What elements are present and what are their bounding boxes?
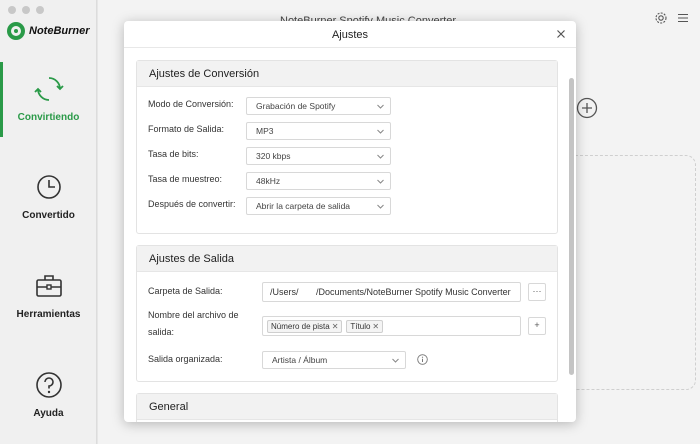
sidebar-item-converting[interactable]: Convirtiendo [0,62,97,137]
drop-zone[interactable] [570,155,696,390]
after-convert-select[interactable]: Abrir la carpeta de salida [246,197,391,215]
output-filename-label-line1: Nombre del archivo de [148,310,239,320]
refresh-icon [33,77,64,101]
sidebar-item-label: Convirtiendo [17,112,80,123]
remove-tag-icon[interactable]: ✕ [332,322,339,331]
section-title: Ajustes de Salida [137,246,557,272]
general-settings-section: General [136,393,558,422]
add-tag-button[interactable]: + [528,317,546,335]
dialog-header: Ajustes [124,21,576,48]
sidebar-item-help[interactable]: Ayuda [0,370,97,419]
info-icon[interactable] [417,354,428,365]
gear-icon[interactable] [654,11,668,25]
section-title: General [137,394,557,420]
noteburner-logo-icon [7,22,25,40]
select-value: 320 kbps [256,151,291,161]
select-value: MP3 [256,126,274,136]
window-controls [8,6,44,14]
conversion-mode-select[interactable]: Grabación de Spotify [246,97,391,115]
tag-label: Número de pista [271,321,330,331]
sidebar-item-label: Convertido [22,210,75,221]
zoom-window-button[interactable] [36,6,44,14]
filename-tag-track-number: Número de pista ✕ [267,319,343,333]
dialog-body: Ajustes de Conversión Modo de Conversión… [124,48,576,422]
select-value: Grabación de Spotify [256,101,336,111]
filename-tag-title: Título ✕ [346,319,384,333]
chevron-down-icon [377,154,384,159]
chevron-down-icon [392,358,399,363]
bitrate-select[interactable]: 320 kbps [246,147,391,165]
close-window-button[interactable] [8,6,16,14]
browse-folder-button[interactable]: ··· [528,283,546,301]
sidebar: NoteBurner Convirtiendo Convertido Herra… [0,0,97,444]
chevron-down-icon [377,179,384,184]
sample-rate-label: Tasa de muestreo: [148,174,223,184]
close-icon[interactable] [554,27,568,41]
sidebar-item-label: Ayuda [33,408,64,419]
dialog-title: Ajustes [331,29,369,41]
output-filename-label-line2: salida: [148,327,175,337]
scrollbar[interactable] [569,78,574,375]
help-icon [35,372,62,398]
sidebar-item-tools[interactable]: Herramientas [0,271,97,320]
remove-tag-icon[interactable]: ✕ [372,322,379,331]
output-filename-row: Nombre del archivo de salida: [148,310,239,337]
sample-rate-select[interactable]: 48kHz [246,172,391,190]
select-value: Artista / Álbum [272,355,328,365]
add-icon[interactable] [576,97,598,119]
sidebar-item-label: Herramientas [16,309,81,320]
chevron-down-icon [377,104,384,109]
sample-rate-row: Tasa de muestreo: [148,174,222,184]
app-brand: NoteBurner [29,25,90,37]
conversion-mode-row: Modo de Conversión: [148,99,234,109]
conversion-settings-section: Ajustes de Conversión Modo de Conversión… [136,60,558,234]
menu-icon[interactable] [676,11,690,25]
output-settings-section: Ajustes de Salida Carpeta de Salida: /Us… [136,245,558,382]
select-value: Abrir la carpeta de salida [256,201,351,211]
after-convert-label: Después de convertir: [148,199,236,209]
minimize-window-button[interactable] [22,6,30,14]
output-folder-row: Carpeta de Salida: [148,286,223,296]
tag-label: Título [350,321,371,331]
chevron-down-icon [377,204,384,209]
output-format-row: Formato de Salida: [148,124,224,134]
output-filename-tags[interactable]: Número de pista ✕ Título ✕ [262,316,521,336]
organized-output-select[interactable]: Artista / Álbum [262,351,406,369]
conversion-mode-label: Modo de Conversión: [148,99,234,109]
organized-output-row: Salida organizada: [148,354,223,364]
organized-output-label: Salida organizada: [148,354,223,364]
header-icons [654,11,690,25]
clock-icon [36,175,61,199]
chevron-down-icon [377,129,384,134]
app-logo: NoteBurner [7,22,90,40]
after-convert-row: Después de convertir: [148,199,236,209]
sidebar-item-converted[interactable]: Convertido [0,172,97,221]
select-value: 48kHz [256,176,281,186]
output-format-select[interactable]: MP3 [246,122,391,140]
output-format-label: Formato de Salida: [148,124,225,134]
bitrate-row: Tasa de bits: [148,149,199,159]
section-title: Ajustes de Conversión [137,61,557,87]
toolbox-icon [35,275,62,297]
settings-dialog: Ajustes Ajustes de Conversión Modo de Co… [124,21,576,422]
output-folder-input[interactable]: /Users/ /Documents/NoteBurner Spotify Mu… [262,282,521,302]
output-folder-label: Carpeta de Salida: [148,286,223,296]
bitrate-label: Tasa de bits: [148,149,199,159]
